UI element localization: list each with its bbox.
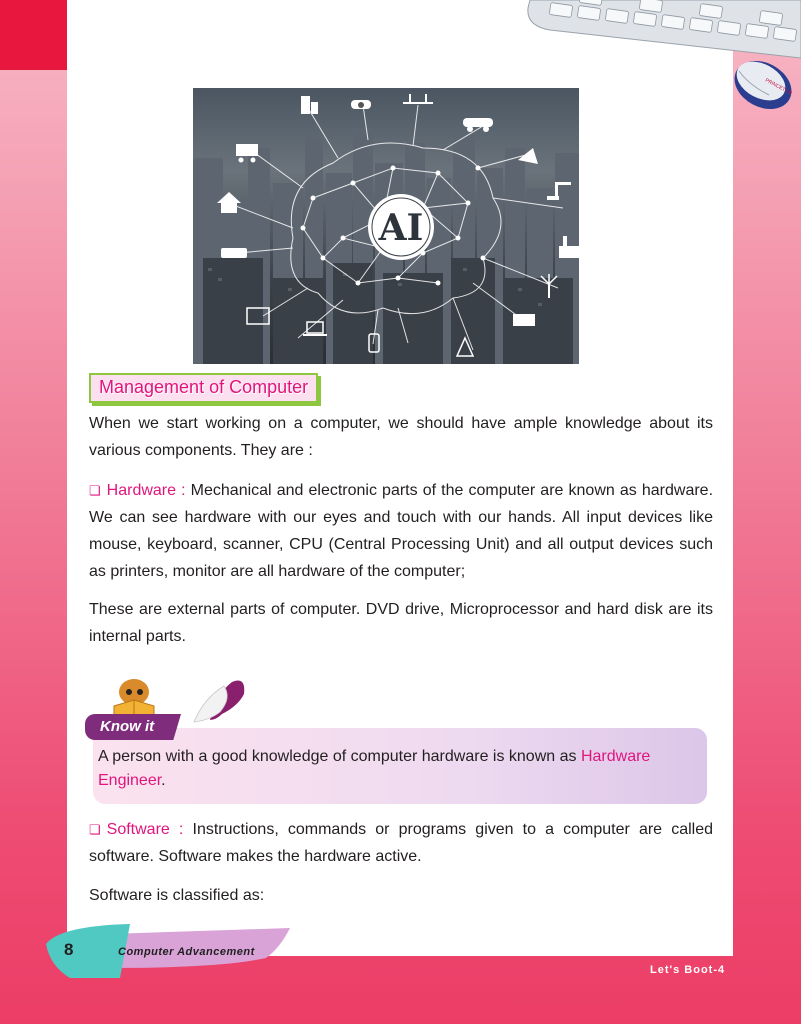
camera-icon: [351, 100, 371, 109]
car-icon: [463, 118, 493, 132]
hero-image: AI: [193, 88, 579, 364]
cart-icon: [236, 144, 258, 163]
know-it-tag: Know it: [85, 714, 181, 740]
chapter-title: Computer Advancement: [118, 946, 255, 958]
software-text: Instructions, commands or programs given…: [89, 821, 714, 865]
software-paragraph: ❏ Software : Instructions, commands or pr…: [89, 816, 713, 870]
hardware-paragraph: ❏ Hardware : Mechanical and electronic pa…: [89, 477, 713, 585]
classified-paragraph: Software is classified as:: [89, 887, 265, 904]
know-it-text: A person with a good knowledge of comput…: [98, 748, 651, 789]
hardware-term: Hardware :: [106, 482, 186, 499]
air-conditioner-icon: [221, 248, 247, 258]
page-number: 8: [64, 940, 74, 959]
mouse-icon: PRINCETON: [734, 61, 793, 109]
software-term: Software :: [106, 821, 184, 838]
intro-paragraph: When we start working on a computer, we …: [89, 415, 713, 459]
bridge-icon: [403, 94, 433, 104]
section-heading: Management of Computer: [89, 373, 319, 403]
ai-label: AI: [378, 207, 424, 249]
bullet-square-icon: ❏: [89, 822, 101, 837]
series-title: Let's Boot-4: [650, 964, 726, 976]
building-icon: [301, 96, 310, 114]
solar-panel-icon: [513, 314, 535, 326]
external-parts-paragraph: These are external parts of computer. DV…: [89, 601, 713, 645]
keyboard-icon: [527, 0, 801, 59]
decor-square: [0, 0, 70, 70]
bullet-square-icon: ❏: [89, 483, 101, 498]
